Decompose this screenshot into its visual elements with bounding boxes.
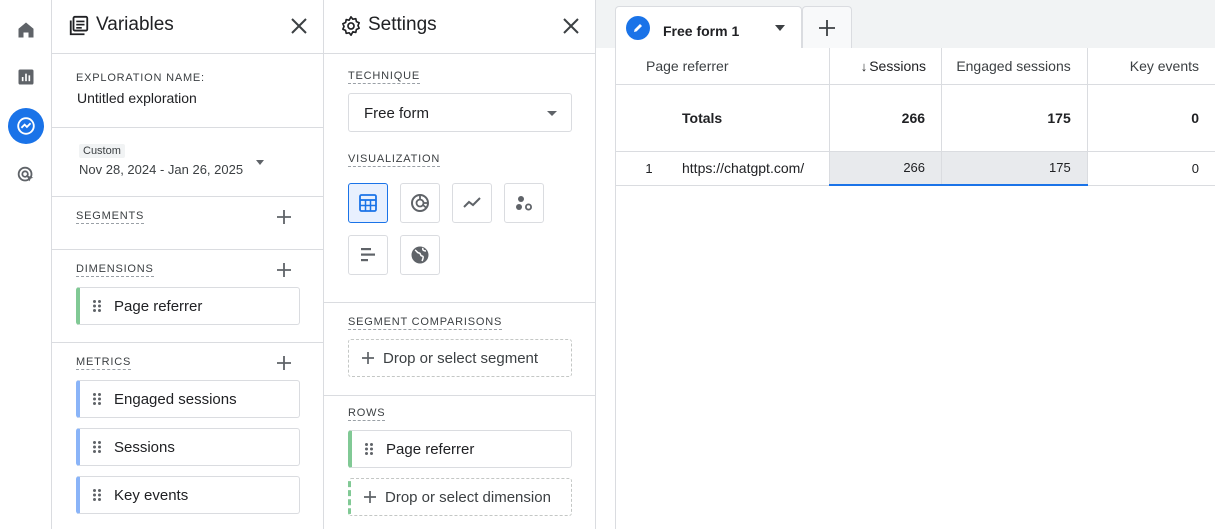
- dimensions-section: DIMENSIONS Page referrer: [52, 250, 323, 343]
- app: Variables EXPLORATION NAME: Untitled exp…: [0, 0, 1215, 529]
- totals-label: Totals: [616, 84, 831, 152]
- tab-menu-chevron-icon[interactable]: [775, 25, 785, 31]
- dimension-chip[interactable]: Page referrer: [76, 287, 300, 325]
- segments-label: SEGMENTS: [76, 210, 145, 224]
- row-chip[interactable]: Page referrer: [348, 430, 572, 468]
- tab-bar: Free form 1: [596, 0, 1215, 48]
- left-nav-rail: [0, 0, 52, 529]
- date-range-section[interactable]: Custom Nov 28, 2024 - Jan 26, 2025: [52, 128, 323, 197]
- drag-handle-icon[interactable]: [364, 442, 374, 456]
- close-settings-icon[interactable]: [561, 16, 581, 36]
- explore-icon[interactable]: [8, 108, 44, 144]
- rows-label: ROWS: [348, 407, 386, 421]
- table-icon[interactable]: [348, 183, 388, 223]
- drop-segment-label: Drop or select segment: [383, 349, 539, 367]
- chevron-down-icon: [547, 111, 557, 116]
- metric-label: Engaged sessions: [114, 390, 237, 408]
- row-label: Page referrer: [386, 440, 475, 458]
- add-tab-button[interactable]: [802, 6, 852, 48]
- date-badge: Custom: [79, 144, 125, 158]
- donut-chart-icon[interactable]: [400, 183, 440, 223]
- technique-label: TECHNIQUE: [348, 70, 420, 84]
- rows-section: ROWS Page referrer Drop or select dimens…: [324, 396, 595, 529]
- column-header-key-events[interactable]: Key events: [1087, 48, 1215, 85]
- technique-value: Free form: [364, 105, 430, 122]
- drag-handle-icon[interactable]: [92, 488, 102, 502]
- row-dimension-cell: 1 https://chatgpt.com/: [616, 151, 831, 186]
- close-variables-icon[interactable]: [289, 16, 309, 36]
- exploration-name-label: EXPLORATION NAME:: [76, 72, 205, 84]
- totals-sessions: 266: [829, 84, 943, 152]
- add-segment-icon[interactable]: [275, 208, 293, 226]
- plus-icon: [363, 490, 377, 504]
- totals-key-events: 0: [1087, 84, 1215, 152]
- metric-label: Key events: [114, 486, 189, 504]
- column-header-sessions[interactable]: ↓ Sessions: [829, 48, 943, 85]
- settings-header: Settings: [324, 0, 595, 54]
- variables-panel: Variables EXPLORATION NAME: Untitled exp…: [52, 0, 324, 529]
- bar-chart-icon[interactable]: [348, 235, 388, 275]
- metric-chip[interactable]: Key events: [76, 476, 300, 514]
- drag-handle-icon[interactable]: [92, 392, 102, 406]
- scatter-plot-icon[interactable]: [504, 183, 544, 223]
- settings-title: Settings: [368, 14, 437, 35]
- reports-icon[interactable]: [8, 59, 44, 95]
- dimension-label: Page referrer: [114, 297, 203, 315]
- date-range-text[interactable]: Nov 28, 2024 - Jan 26, 2025: [79, 162, 243, 177]
- edit-pencil-icon[interactable]: [626, 16, 650, 40]
- column-header-engaged-sessions[interactable]: Engaged sessions: [941, 48, 1088, 85]
- variables-title: Variables: [96, 14, 174, 35]
- results-table: Page referrer ↓ Sessions Engaged sessions…: [616, 48, 1215, 186]
- metric-chip[interactable]: Sessions: [76, 428, 300, 466]
- segments-section: SEGMENTS: [52, 197, 323, 250]
- table-header-row: Page referrer ↓ Sessions Engaged sessions…: [616, 48, 1215, 85]
- technique-select[interactable]: Free form: [348, 93, 572, 132]
- results-table-area: Page referrer ↓ Sessions Engaged sessions…: [615, 48, 1215, 529]
- add-dimension-icon[interactable]: [275, 261, 293, 279]
- segment-comparisons-label: SEGMENT COMPARISONS: [348, 316, 503, 330]
- plus-icon: [819, 19, 835, 36]
- row-key-events: 0: [1087, 151, 1215, 186]
- table-row[interactable]: 1 https://chatgpt.com/ 266 175 0: [616, 151, 1215, 186]
- advertising-icon[interactable]: [8, 157, 44, 193]
- variables-header: Variables: [52, 0, 323, 54]
- drop-dimension-target[interactable]: Drop or select dimension: [348, 478, 572, 516]
- totals-engaged-sessions: 175: [941, 84, 1088, 152]
- column-header-sessions-label: Sessions: [869, 57, 927, 74]
- segment-comparisons-section: SEGMENT COMPARISONS Drop or select segme…: [324, 303, 595, 396]
- geo-map-icon[interactable]: [400, 235, 440, 275]
- metric-chip[interactable]: Engaged sessions: [76, 380, 300, 418]
- visualization-label: VISUALIZATION: [348, 153, 441, 167]
- tab-label: Free form 1: [663, 23, 740, 39]
- row-sessions: 266: [829, 151, 943, 186]
- variables-icon: [68, 15, 90, 42]
- gear-icon: [340, 15, 362, 42]
- drag-handle-icon[interactable]: [92, 299, 102, 313]
- home-icon[interactable]: [8, 12, 44, 48]
- metrics-section: METRICS Engaged sessions Sessions Key ev…: [52, 343, 323, 529]
- drop-dimension-label: Drop or select dimension: [385, 488, 551, 506]
- metrics-label: METRICS: [76, 356, 132, 370]
- line-chart-icon[interactable]: [452, 183, 492, 223]
- exploration-canvas: Free form 1 Page referrer ↓ Sessions Enga…: [596, 0, 1215, 529]
- drag-handle-icon[interactable]: [92, 440, 102, 454]
- add-metric-icon[interactable]: [275, 354, 293, 372]
- column-header-page-referrer[interactable]: Page referrer: [616, 48, 831, 85]
- tab-free-form-1[interactable]: Free form 1: [615, 6, 802, 48]
- drop-segment-target[interactable]: Drop or select segment: [348, 339, 572, 377]
- date-caret-icon[interactable]: [256, 160, 264, 165]
- totals-row: Totals 266 175 0: [616, 84, 1215, 152]
- row-engaged-sessions: 175: [941, 151, 1088, 186]
- technique-visualization-section: TECHNIQUE Free form VISUALIZATION: [324, 54, 595, 303]
- exploration-name-input[interactable]: Untitled exploration: [77, 90, 197, 106]
- row-index: 1: [645, 161, 653, 176]
- metric-label: Sessions: [114, 438, 175, 456]
- dimensions-label: DIMENSIONS: [76, 263, 154, 277]
- sort-arrow-icon: ↓: [860, 58, 868, 74]
- row-referrer: https://chatgpt.com/: [682, 160, 805, 176]
- plus-icon: [361, 351, 375, 365]
- exploration-name-section: EXPLORATION NAME: Untitled exploration: [52, 54, 323, 128]
- settings-panel: Settings TECHNIQUE Free form VISUALIZATI…: [324, 0, 596, 529]
